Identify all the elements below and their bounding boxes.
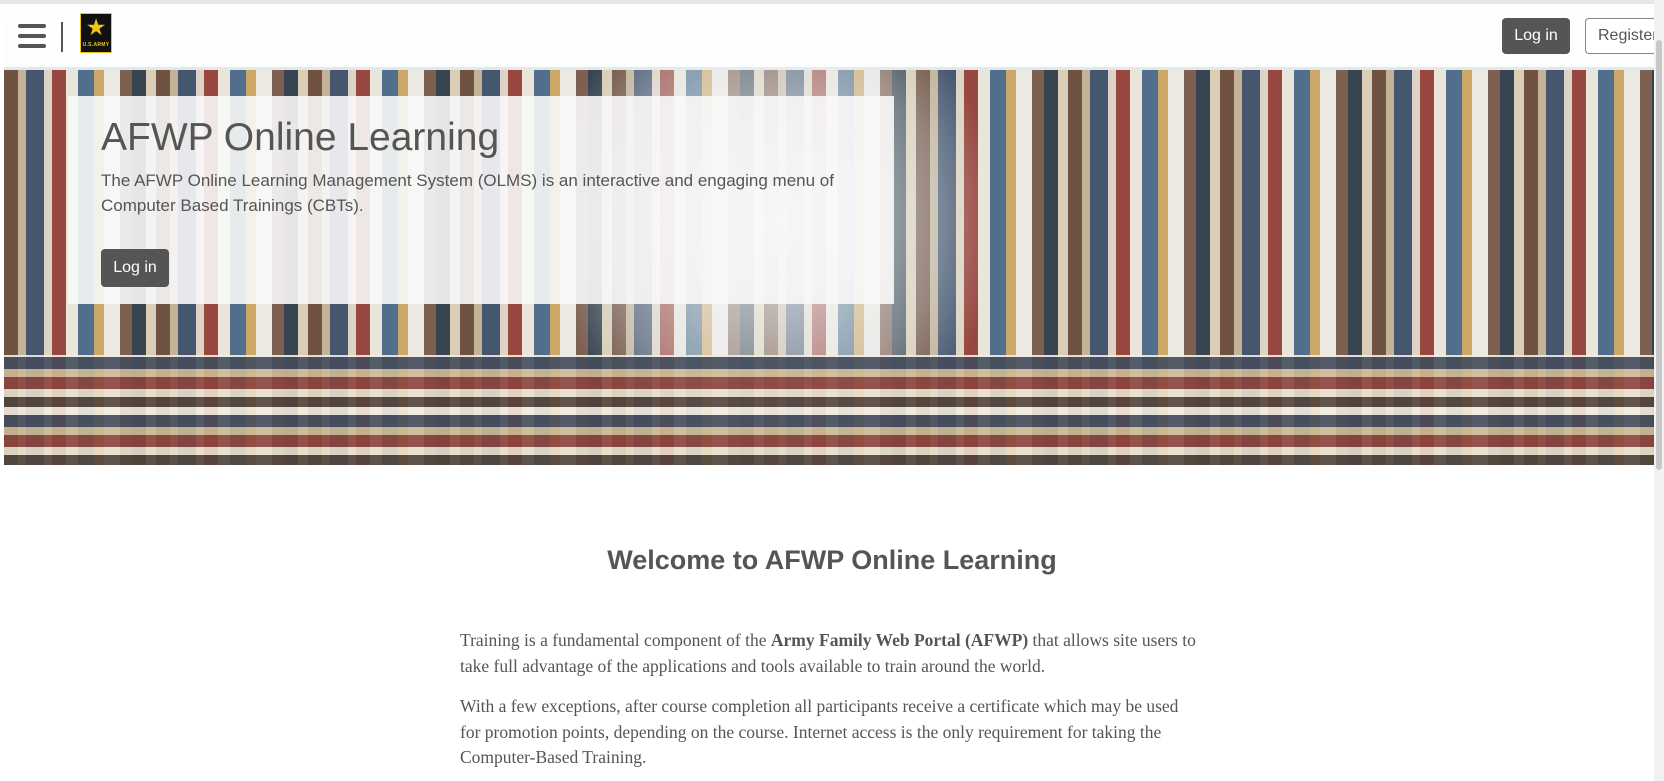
hamburger-icon[interactable] (18, 24, 46, 50)
afwp-name: Army Family Web Portal (AFWP) (770, 630, 1029, 650)
nav-divider (61, 22, 63, 52)
hero-description: The AFWP Online Learning Management Syst… (101, 171, 834, 215)
certificate-paragraph: With a few exceptions, after course comp… (460, 696, 1179, 767)
intro-text-before: Training is a fundamental component of t… (460, 630, 771, 650)
army-logo[interactable]: ★ U.S.ARMY (80, 13, 112, 53)
army-star-icon: ★ (85, 15, 107, 41)
page-scrollbar[interactable] (1654, 0, 1664, 781)
top-navbar: ★ U.S.ARMY Log in Register (0, 0, 1664, 67)
hero-login-button[interactable]: Log in (101, 249, 169, 287)
hero-title: AFWP Online Learning (101, 116, 500, 159)
scrollbar-thumb[interactable] (1656, 40, 1662, 470)
logo-text: U.S.ARMY (82, 42, 110, 48)
welcome-title: Welcome to AFWP Online Learning (607, 545, 1057, 575)
register-button[interactable]: Register (1585, 18, 1664, 54)
intro-paragraph: Training is a fundamental component of t… (460, 628, 1200, 679)
login-button[interactable]: Log in (1502, 18, 1570, 54)
